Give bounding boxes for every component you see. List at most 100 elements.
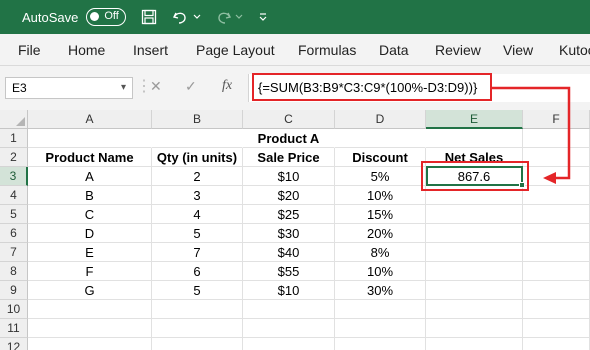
row-header-5[interactable]: 5 xyxy=(0,205,28,224)
cell-a1[interactable] xyxy=(28,129,152,148)
undo-icon[interactable] xyxy=(172,8,190,26)
cell-e11[interactable] xyxy=(426,319,523,338)
tab-home[interactable]: Home xyxy=(68,42,105,58)
row-header-8[interactable]: 8 xyxy=(0,262,28,281)
cell-d11[interactable] xyxy=(335,319,426,338)
cell-b12[interactable] xyxy=(152,338,243,350)
customize-toolbar-icon[interactable] xyxy=(254,8,272,26)
column-header-a[interactable]: A xyxy=(28,110,152,129)
cell-a10[interactable] xyxy=(28,300,152,319)
cell-c11[interactable] xyxy=(243,319,335,338)
row-header-11[interactable]: 11 xyxy=(0,319,28,338)
tab-formulas[interactable]: Formulas xyxy=(298,42,356,58)
row-header-9[interactable]: 9 xyxy=(0,281,28,300)
cell-e10[interactable] xyxy=(426,300,523,319)
cell-b3[interactable]: 2 xyxy=(152,167,243,186)
tab-review[interactable]: Review xyxy=(435,42,481,58)
row-header-10[interactable]: 10 xyxy=(0,300,28,319)
cell-c12[interactable] xyxy=(243,338,335,350)
cell-d9[interactable]: 30% xyxy=(335,281,426,300)
cell-b9[interactable]: 5 xyxy=(152,281,243,300)
cell-b4[interactable]: 3 xyxy=(152,186,243,205)
column-header-e[interactable]: E xyxy=(426,110,523,129)
cell-c7[interactable]: $40 xyxy=(243,243,335,262)
cell-a4[interactable]: B xyxy=(28,186,152,205)
cell-d8[interactable]: 10% xyxy=(335,262,426,281)
cell-a12[interactable] xyxy=(28,338,152,350)
cell-c2[interactable]: Sale Price xyxy=(243,148,335,167)
cell-b10[interactable] xyxy=(152,300,243,319)
formula-text[interactable]: {=SUM(B3:B9*C3:C9*(100%-D3:D9))} xyxy=(252,73,492,101)
cell-f5[interactable] xyxy=(523,205,590,224)
column-header-c[interactable]: C xyxy=(243,110,335,129)
cell-f7[interactable] xyxy=(523,243,590,262)
redo-icon[interactable] xyxy=(214,8,232,26)
cell-d2[interactable]: Discount xyxy=(335,148,426,167)
column-header-f[interactable]: F xyxy=(523,110,590,129)
cell-b6[interactable]: 5 xyxy=(152,224,243,243)
row-header-2[interactable]: 2 xyxy=(0,148,28,167)
cell-b8[interactable]: 6 xyxy=(152,262,243,281)
cell-f6[interactable] xyxy=(523,224,590,243)
tab-insert[interactable]: Insert xyxy=(133,42,168,58)
row-header-6[interactable]: 6 xyxy=(0,224,28,243)
undo-dropdown-icon[interactable] xyxy=(192,8,202,26)
column-header-b[interactable]: B xyxy=(152,110,243,129)
cell-b5[interactable]: 4 xyxy=(152,205,243,224)
cell-e7[interactable] xyxy=(426,243,523,262)
cell-f9[interactable] xyxy=(523,281,590,300)
cell-d6[interactable]: 20% xyxy=(335,224,426,243)
cell-c3[interactable]: $10 xyxy=(243,167,335,186)
cell-c1[interactable]: Product A xyxy=(243,129,335,148)
cell-a2[interactable]: Product Name xyxy=(28,148,152,167)
redo-dropdown-icon[interactable] xyxy=(234,8,244,26)
cell-d5[interactable]: 15% xyxy=(335,205,426,224)
cell-b11[interactable] xyxy=(152,319,243,338)
name-box-dropdown-icon[interactable]: ▾ xyxy=(121,82,126,93)
cell-d4[interactable]: 10% xyxy=(335,186,426,205)
enter-icon[interactable]: ✓ xyxy=(185,78,197,95)
cell-a6[interactable]: D xyxy=(28,224,152,243)
row-header-7[interactable]: 7 xyxy=(0,243,28,262)
cell-d1[interactable] xyxy=(335,129,426,148)
insert-function-icon[interactable]: fx xyxy=(222,78,232,94)
cell-a9[interactable]: G xyxy=(28,281,152,300)
cell-b1[interactable] xyxy=(152,129,243,148)
row-header-12[interactable]: 12 xyxy=(0,338,28,350)
cancel-icon[interactable]: ✕ xyxy=(150,78,162,95)
cell-c9[interactable]: $10 xyxy=(243,281,335,300)
cell-c6[interactable]: $30 xyxy=(243,224,335,243)
tab-page-layout[interactable]: Page Layout xyxy=(196,42,275,58)
cell-e9[interactable] xyxy=(426,281,523,300)
cell-a3[interactable]: A xyxy=(28,167,152,186)
row-header-4[interactable]: 4 xyxy=(0,186,28,205)
save-icon[interactable] xyxy=(140,8,158,26)
cell-c4[interactable]: $20 xyxy=(243,186,335,205)
cell-e8[interactable] xyxy=(426,262,523,281)
cell-a7[interactable]: E xyxy=(28,243,152,262)
cell-c8[interactable]: $55 xyxy=(243,262,335,281)
cell-f1[interactable] xyxy=(523,129,590,148)
tab-data[interactable]: Data xyxy=(379,42,409,58)
cell-f12[interactable] xyxy=(523,338,590,350)
autosave-toggle[interactable]: Off xyxy=(86,8,127,26)
cell-c10[interactable] xyxy=(243,300,335,319)
tab-kutools[interactable]: Kutools xyxy=(559,42,590,58)
cell-f8[interactable] xyxy=(523,262,590,281)
cell-a5[interactable]: C xyxy=(28,205,152,224)
cell-d3[interactable]: 5% xyxy=(335,167,426,186)
cell-e1[interactable] xyxy=(426,129,523,148)
cell-f10[interactable] xyxy=(523,300,590,319)
cell-f2[interactable] xyxy=(523,148,590,167)
tab-view[interactable]: View xyxy=(503,42,533,58)
cell-f3[interactable] xyxy=(523,167,590,186)
cell-e6[interactable] xyxy=(426,224,523,243)
column-header-d[interactable]: D xyxy=(335,110,426,129)
cell-e5[interactable] xyxy=(426,205,523,224)
cell-e12[interactable] xyxy=(426,338,523,350)
cell-d12[interactable] xyxy=(335,338,426,350)
cell-f11[interactable] xyxy=(523,319,590,338)
name-box[interactable]: E3 ▾ xyxy=(5,77,133,99)
cell-d10[interactable] xyxy=(335,300,426,319)
row-header-3[interactable]: 3 xyxy=(0,167,28,186)
